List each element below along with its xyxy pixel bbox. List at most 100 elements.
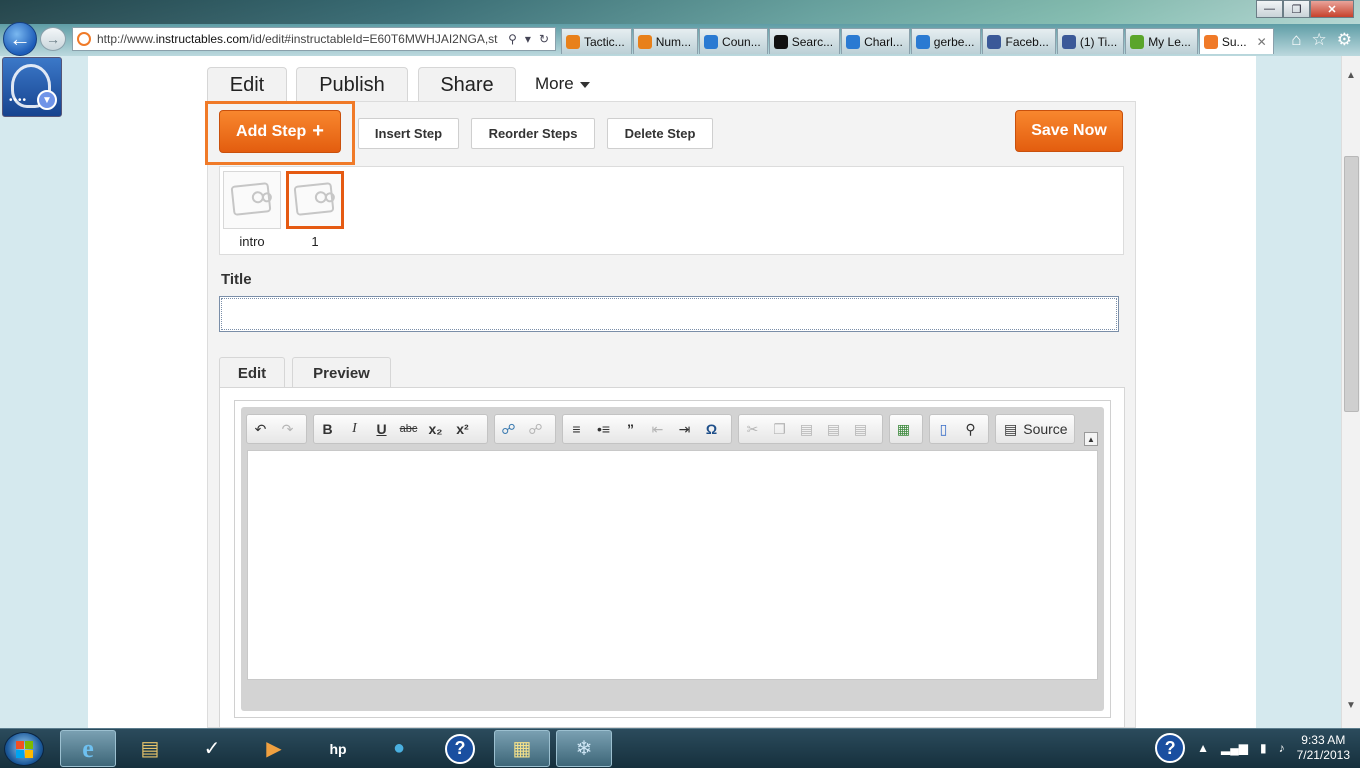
paste-word-icon[interactable]: ▤	[847, 415, 874, 443]
tab-edit[interactable]: Edit	[207, 67, 287, 102]
insert-step-button[interactable]: Insert Step	[358, 118, 459, 149]
taskbar-globe[interactable]: ●	[371, 730, 427, 767]
robot-placeholder-icon	[293, 182, 335, 216]
taskbar-ie[interactable]: e	[60, 730, 116, 767]
indent-icon[interactable]: ⇥	[671, 415, 698, 443]
editor-tab-preview[interactable]: Preview	[292, 357, 391, 388]
browser-tabs: Tactic... Num... Coun... Searc... Charl... ge…	[561, 28, 1275, 54]
file-explorer-icon: ▤	[140, 738, 160, 760]
copy-icon[interactable]: ❐	[766, 415, 793, 443]
paste-text-icon[interactable]: ▤	[820, 415, 847, 443]
find-replace-icon[interactable]: ⚲	[957, 415, 984, 443]
forward-arrow-icon: →	[46, 31, 60, 47]
taskbar-hp[interactable]: hp	[310, 730, 366, 767]
vertical-scrollbar[interactable]: ▲ ▼	[1341, 56, 1360, 728]
redo-icon[interactable]: ↷	[274, 415, 301, 443]
clock[interactable]: 9:33 AM 7/21/2013	[1297, 733, 1350, 763]
step-label: 1	[311, 234, 319, 249]
scroll-thumb[interactable]	[1344, 156, 1359, 412]
taskbar-folder[interactable]: ▦	[494, 730, 550, 767]
eraser-icon[interactable]: ▯	[930, 415, 957, 443]
bold-icon[interactable]: B	[314, 415, 341, 443]
fingerprint-widget[interactable]: •••• ▼	[2, 57, 62, 117]
signal-icon[interactable]: ▂▄▆	[1221, 741, 1248, 755]
start-button[interactable]	[4, 732, 44, 766]
outdent-icon[interactable]: ⇤	[644, 415, 671, 443]
settings-gear-icon[interactable]: ⚙	[1337, 30, 1352, 50]
add-step-button[interactable]: Add Step +	[219, 110, 341, 153]
numbered-list-icon[interactable]: ≡	[563, 415, 590, 443]
scroll-down-icon[interactable]: ▼	[1346, 700, 1356, 711]
more-menu[interactable]: More	[535, 74, 590, 94]
ie-icon: e	[82, 733, 94, 763]
favorites-star-icon[interactable]: ☆	[1312, 30, 1327, 50]
browser-tab[interactable]: (1) Ti...	[1056, 28, 1125, 54]
restore-button[interactable]: ❐	[1283, 0, 1310, 18]
tab-share[interactable]: Share	[418, 67, 516, 102]
blockquote-icon[interactable]: ”	[617, 415, 644, 443]
scroll-up-icon[interactable]: ▲	[1346, 70, 1356, 81]
special-char-icon[interactable]: Ω	[698, 415, 725, 443]
taskbar-media[interactable]: ▶	[246, 730, 302, 767]
search-icon[interactable]: ⚲	[508, 32, 517, 46]
paste-icon[interactable]: ▤	[793, 415, 820, 443]
italic-icon[interactable]: I	[341, 415, 368, 443]
table-icon[interactable]: ▦	[890, 415, 917, 443]
browser-tab-label: Faceb...	[1005, 34, 1049, 49]
address-url[interactable]: http://www.instructables.com/id/edit#ins…	[97, 32, 502, 46]
globe-icon: ●	[392, 737, 406, 759]
step-image	[223, 171, 281, 229]
browser-chrome: — ❐ ✕ ← → http://www.instructables.com/i…	[0, 0, 1360, 56]
taskbar-stocks[interactable]: ✓	[184, 730, 240, 767]
dropdown-icon[interactable]: ▾	[525, 32, 531, 46]
back-button[interactable]: ←	[3, 22, 37, 56]
home-icon[interactable]: ⌂	[1291, 30, 1301, 50]
browser-tab[interactable]: My Le...	[1125, 28, 1198, 54]
close-window-button[interactable]: ✕	[1310, 0, 1354, 18]
save-now-button[interactable]: Save Now	[1015, 110, 1123, 152]
show-hidden-icons-icon[interactable]: ▲	[1197, 741, 1209, 755]
browser-tab[interactable]: Tactic...	[561, 28, 632, 54]
forward-button[interactable]: →	[40, 27, 66, 51]
collapse-toolbar-icon[interactable]: ▲	[1084, 432, 1098, 446]
fire-icon	[566, 34, 580, 49]
step-thumb-1[interactable]: 1	[283, 167, 347, 255]
paragraph-group: ≡ •≡ ” ⇤ ⇥ Ω	[562, 414, 732, 444]
volume-icon[interactable]: ♪	[1279, 741, 1285, 755]
link-icon[interactable]: ☍	[495, 415, 522, 443]
editor-content-area[interactable]	[247, 450, 1098, 680]
bullet-list-icon[interactable]: •≡	[590, 415, 617, 443]
delete-step-button[interactable]: Delete Step	[607, 118, 713, 149]
subscript-icon[interactable]: x₂	[422, 415, 449, 443]
step-thumb-intro[interactable]: intro	[220, 167, 284, 255]
reorder-steps-button[interactable]: Reorder Steps	[471, 118, 595, 149]
browser-tab[interactable]: Num...	[632, 28, 699, 54]
refresh-icon[interactable]: ↻	[539, 32, 549, 46]
tab-publish[interactable]: Publish	[296, 67, 408, 102]
browser-tab[interactable]: Charl...	[841, 28, 910, 54]
browser-tab[interactable]: Coun...	[699, 28, 768, 54]
underline-icon[interactable]: U	[368, 415, 395, 443]
taskbar-explorer[interactable]: ▤	[122, 730, 178, 767]
taskbar-network[interactable]: ❄	[556, 730, 612, 767]
minimize-button[interactable]: —	[1256, 0, 1283, 18]
power-icon[interactable]: ▮	[1260, 741, 1267, 755]
strikethrough-icon[interactable]: abc	[395, 415, 422, 443]
browser-tab[interactable]: gerbe...	[910, 28, 982, 54]
browser-tab[interactable]: Searc...	[768, 28, 841, 54]
link-group: ☍ ☍	[494, 414, 556, 444]
superscript-icon[interactable]: x²	[449, 415, 476, 443]
help-icon[interactable]: ?	[1155, 733, 1186, 763]
editor-tab-edit[interactable]: Edit	[219, 357, 285, 388]
browser-tab[interactable]: Faceb...	[982, 28, 1056, 54]
cut-icon[interactable]: ✂	[739, 415, 766, 443]
browser-tab-label: gerbe...	[933, 34, 975, 49]
title-input[interactable]	[219, 296, 1119, 332]
source-button[interactable]: ▤ Source	[996, 415, 1076, 443]
unlink-icon[interactable]: ☍	[522, 415, 549, 443]
address-bar[interactable]: http://www.instructables.com/id/edit#ins…	[72, 27, 556, 51]
browser-tab[interactable]: Su... ✕	[1198, 28, 1274, 54]
taskbar-help[interactable]: ?	[432, 730, 488, 767]
close-tab-icon[interactable]: ✕	[1257, 35, 1267, 49]
undo-icon[interactable]: ↶	[247, 415, 274, 443]
